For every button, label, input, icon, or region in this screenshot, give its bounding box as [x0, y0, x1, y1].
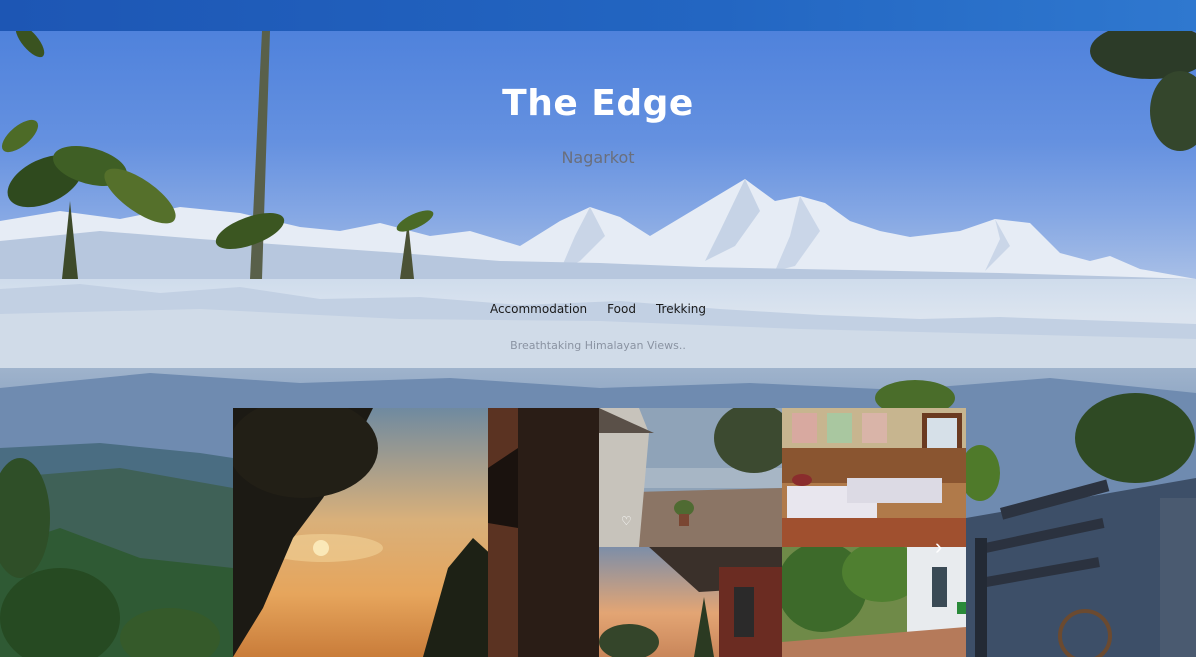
heart-icon[interactable]: ♡ [621, 514, 632, 528]
nav-item-trekking[interactable]: Trekking [656, 302, 706, 316]
main-nav: Accommodation Food Trekking [0, 302, 1196, 316]
gallery-photo-room[interactable] [782, 408, 966, 547]
faded-mountain-backdrop [0, 284, 1196, 368]
tagline: Breathtaking Himalayan Views.. [510, 339, 686, 352]
chevron-right-icon[interactable]: › [935, 534, 942, 560]
top-bar [0, 0, 1196, 31]
navigation-band: Accommodation Food Trekking Breathtaking… [0, 279, 1196, 368]
hero-banner: The Edge Nagarkot [0, 31, 1196, 279]
gallery-photo-balcony[interactable] [599, 547, 782, 657]
nav-item-accommodation[interactable]: Accommodation [490, 302, 587, 316]
site-title: The Edge [502, 83, 694, 124]
photo-gallery: ♡ › [233, 408, 966, 657]
gallery-photo-courtyard[interactable] [782, 547, 966, 657]
gallery-photo-terrace[interactable]: ♡ [599, 408, 782, 547]
site-subtitle: Nagarkot [561, 148, 635, 167]
nav-item-food[interactable]: Food [607, 302, 636, 316]
gallery-photo-sunset[interactable] [233, 408, 599, 657]
